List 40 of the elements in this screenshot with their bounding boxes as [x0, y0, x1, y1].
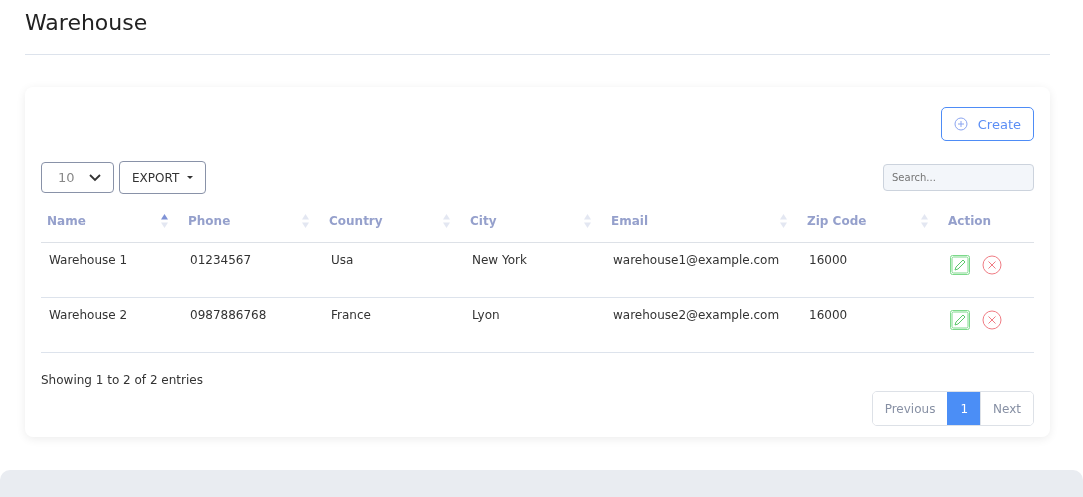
page-title: Warehouse [25, 9, 149, 37]
sort-icon[interactable] [302, 214, 309, 228]
sort-icon[interactable] [780, 214, 787, 228]
column-header[interactable]: City [470, 214, 497, 228]
delete-icon[interactable] [982, 255, 1002, 275]
table-cell: warehouse2@example.com [613, 308, 780, 322]
export-button[interactable]: EXPORT [119, 161, 207, 194]
table-cell: Warehouse 2 [49, 308, 128, 322]
table-cell: Lyon [472, 308, 500, 322]
column-header[interactable]: Zip Code [807, 214, 867, 228]
table-cell: 01234567 [190, 253, 252, 267]
column-header[interactable]: Country [329, 214, 383, 228]
sort-icon[interactable] [584, 214, 591, 228]
page-button[interactable]: 1 [947, 392, 981, 425]
table-cell: 0987886768 [190, 308, 267, 322]
plus-circle-icon [953, 117, 968, 131]
table-cell: New York [472, 253, 527, 267]
column-header[interactable]: Name [47, 214, 86, 228]
table-cell: warehouse1@example.com [613, 253, 780, 267]
entries-info: Showing 1 to 2 of 2 entries [41, 373, 204, 387]
search-field[interactable]: Search... [883, 164, 1034, 191]
table-cell: 16000 [809, 308, 848, 322]
sort-icon[interactable] [443, 214, 450, 228]
sort-icon[interactable] [161, 214, 168, 228]
column-header: Action [948, 214, 992, 228]
chevron-down-icon [89, 173, 101, 182]
column-header[interactable]: Email [611, 214, 649, 228]
table-cell: Usa [331, 253, 354, 267]
column-header[interactable]: Phone [188, 214, 231, 228]
caret-icon [187, 176, 194, 179]
page-size-select[interactable]: 10 [41, 162, 114, 193]
edit-icon[interactable] [950, 310, 970, 330]
table-cell: Warehouse 1 [49, 253, 128, 267]
create-button[interactable]: Create [940, 107, 1034, 141]
table-cell: 16000 [809, 253, 848, 267]
next-button[interactable]: Next [980, 392, 1033, 425]
delete-icon[interactable] [982, 310, 1002, 330]
sort-icon[interactable] [921, 214, 928, 228]
table-cell: France [331, 308, 371, 322]
edit-icon[interactable] [950, 255, 970, 275]
